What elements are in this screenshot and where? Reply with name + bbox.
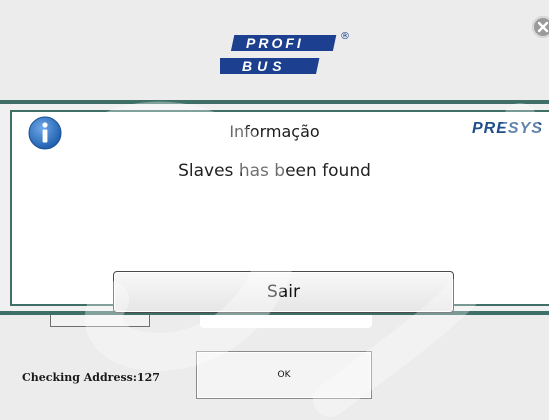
close-icon[interactable] bbox=[532, 16, 549, 38]
profibus-logo-bottom-text: BUS bbox=[242, 58, 287, 74]
presys-brand-logo: PRESYS bbox=[472, 120, 543, 137]
screen: PROFI BUS ® Checking Address:127 OK Info… bbox=[0, 0, 549, 420]
exit-button[interactable]: Sair bbox=[113, 271, 454, 313]
info-dialog: Informação PRESYS Slaves has been found … bbox=[0, 100, 549, 315]
registered-mark: ® bbox=[340, 31, 350, 42]
checking-address-label: Checking Address:127 bbox=[22, 371, 160, 384]
profibus-logo: PROFI BUS ® bbox=[220, 31, 350, 74]
dialog-title: Informação bbox=[229, 122, 320, 141]
profibus-logo-top-text: PROFI bbox=[246, 35, 304, 51]
ok-button[interactable]: OK bbox=[196, 351, 372, 399]
dialog-message: Slaves has been found bbox=[178, 161, 371, 181]
